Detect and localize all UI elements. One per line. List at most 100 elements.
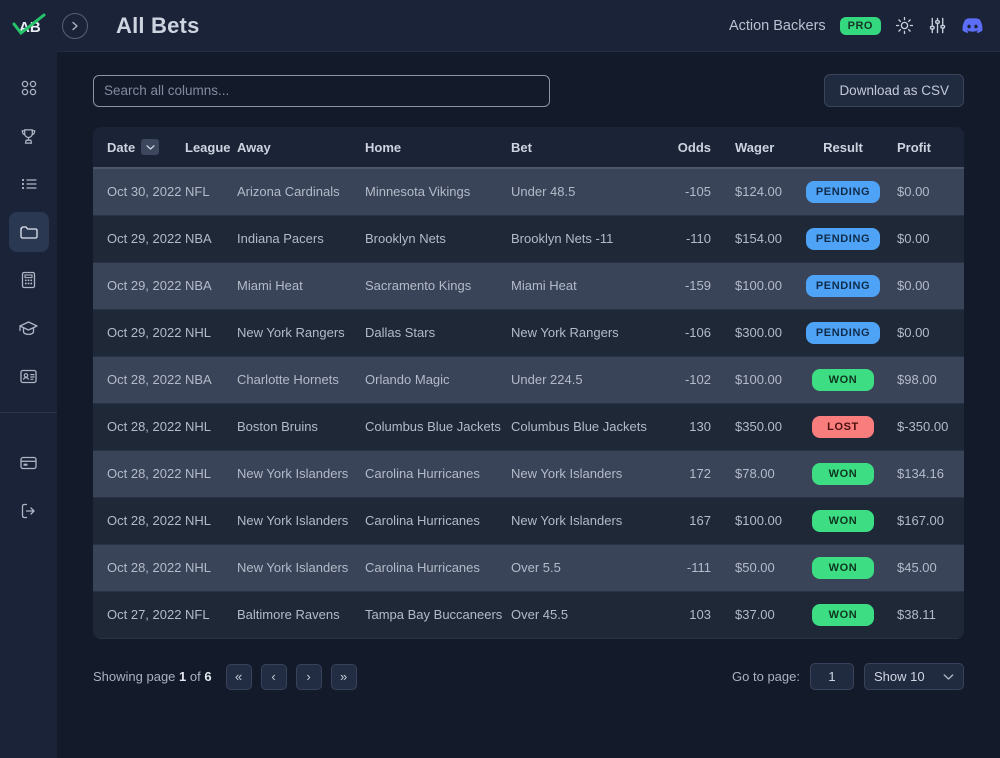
logo-icon: AB [12, 13, 45, 36]
cell-profit: $98.00 [891, 356, 964, 404]
logout-icon [21, 503, 35, 519]
first-page-button[interactable]: « [225, 663, 252, 690]
sidebar-item-list[interactable] [9, 164, 49, 204]
status-badge: PENDING [805, 274, 881, 297]
last-page-button[interactable]: » [330, 663, 357, 690]
column-header-wager[interactable]: Wager [721, 127, 795, 169]
cell-odds: 130 [663, 403, 721, 451]
cell-league: NBA [185, 356, 237, 404]
cell-result: LOST [795, 403, 891, 451]
table-row[interactable]: Oct 27, 2022 NFL Baltimore Ravens Tampa Bay… [93, 591, 964, 639]
cell-wager: $100.00 [721, 356, 795, 404]
prev-page-button[interactable]: ‹ [260, 663, 287, 690]
status-badge: WON [812, 603, 874, 626]
cell-league: NBA [185, 215, 237, 263]
column-header-odds[interactable]: Odds [663, 127, 721, 169]
column-header-away[interactable]: Away [237, 127, 365, 169]
status-badge: LOST [812, 415, 874, 438]
table-row[interactable]: Oct 30, 2022 NFL Arizona Cardinals Minnesot… [93, 168, 964, 216]
column-header-profit[interactable]: Profit [891, 127, 964, 169]
cell-odds: -159 [663, 262, 721, 310]
topbar: All Bets Action Backers PRO [57, 0, 1000, 52]
cell-away: Arizona Cardinals [237, 168, 365, 216]
cell-result: WON [795, 356, 891, 404]
table-toolbar: Download as CSV [93, 74, 964, 107]
cell-home: Brooklyn Nets [365, 215, 511, 263]
sidebar-item-dashboard[interactable] [9, 68, 49, 108]
table-row[interactable]: Oct 28, 2022 NHL Boston Bruins Columbus Blu… [93, 403, 964, 451]
page-size-label: Show 10 [874, 669, 925, 684]
cell-away: Charlotte Hornets [237, 356, 365, 404]
discord-icon [962, 17, 983, 33]
download-csv-button[interactable]: Download as CSV [824, 74, 964, 107]
column-header-date[interactable]: Date [93, 127, 185, 169]
column-header-home[interactable]: Home [365, 127, 511, 169]
table-row[interactable]: Oct 28, 2022 NHL New York Islanders Carolin… [93, 450, 964, 498]
sidebar-item-calculator[interactable] [9, 260, 49, 300]
cell-odds: 172 [663, 450, 721, 498]
goto-page-input[interactable] [810, 663, 854, 690]
cell-away: New York Rangers [237, 309, 365, 357]
page-size-select[interactable]: Show 10 [864, 663, 964, 690]
list-icon [21, 178, 37, 190]
sidebar-item-leaderboard[interactable] [9, 116, 49, 156]
table-row[interactable]: Oct 29, 2022 NBA Indiana Pacers Brooklyn Ne… [93, 215, 964, 263]
cell-profit: $134.16 [891, 450, 964, 498]
cell-bet: Columbus Blue Jackets [511, 403, 663, 451]
goto-page-label: Go to page: [732, 669, 800, 684]
sidebar-divider [0, 412, 57, 413]
cell-league: NHL [185, 450, 237, 498]
cell-profit: $45.00 [891, 544, 964, 592]
cell-result: PENDING [795, 215, 891, 263]
cell-date: Oct 29, 2022 [93, 262, 185, 310]
cell-odds: 167 [663, 497, 721, 545]
cell-wager: $154.00 [721, 215, 795, 263]
sidebar-item-education[interactable] [9, 308, 49, 348]
sort-date-button[interactable] [141, 139, 160, 155]
column-header-bet[interactable]: Bet [511, 127, 663, 169]
theme-toggle-button[interactable] [895, 16, 914, 35]
cell-odds: -110 [663, 215, 721, 263]
table-row[interactable]: Oct 29, 2022 NHL New York Rangers Dallas St… [93, 309, 964, 357]
cell-date: Oct 28, 2022 [93, 544, 185, 592]
table-footer: Showing page 1 of 6 « ‹ › » Go to page: … [93, 639, 964, 701]
cell-profit: $0.00 [891, 262, 964, 310]
cell-date: Oct 28, 2022 [93, 356, 185, 404]
table-row[interactable]: Oct 28, 2022 NHL New York Islanders Carolin… [93, 544, 964, 592]
cell-home: Carolina Hurricanes [365, 450, 511, 498]
cell-result: WON [795, 591, 891, 639]
cell-league: NHL [185, 309, 237, 357]
sidebar-item-billing[interactable] [9, 443, 49, 483]
cell-league: NHL [185, 544, 237, 592]
table-row[interactable]: Oct 29, 2022 NBA Miami Heat Sacramento King… [93, 262, 964, 310]
cell-bet: Under 224.5 [511, 356, 663, 404]
id-card-icon [20, 369, 37, 383]
sidebar-item-bets[interactable] [8, 212, 49, 252]
table-header-row: Date League Away Home Bet Odds Wager Res… [93, 127, 964, 169]
table-body: Oct 30, 2022 NFL Arizona Cardinals Minnesot… [93, 168, 964, 639]
sidebar-collapse-button[interactable] [62, 12, 88, 39]
search-input[interactable] [93, 74, 550, 107]
app-logo[interactable]: AB [0, 0, 57, 52]
cell-league: NHL [185, 497, 237, 545]
settings-button[interactable] [928, 16, 947, 35]
sidebar-item-logout[interactable] [9, 491, 49, 531]
cell-home: Tampa Bay Buccaneers [365, 591, 511, 639]
next-page-button[interactable]: › [295, 663, 322, 690]
pagination-controls: Showing page 1 of 6 « ‹ › » [93, 663, 357, 690]
cell-odds: -106 [663, 309, 721, 357]
chevron-down-icon [146, 144, 155, 150]
discord-link[interactable] [961, 17, 984, 35]
status-badge: WON [812, 462, 874, 485]
column-header-result[interactable]: Result [795, 127, 891, 169]
column-header-league[interactable]: League [185, 127, 237, 169]
table-row[interactable]: Oct 28, 2022 NBA Charlotte Hornets Orlando … [93, 356, 964, 404]
cell-profit: $0.00 [891, 309, 964, 357]
cell-wager: $100.00 [721, 262, 795, 310]
total-pages-value: 6 [204, 669, 212, 684]
sliders-icon [929, 17, 946, 34]
app-root: AB All Bets Action Backers PRO Search al… [0, 0, 1000, 758]
table-row[interactable]: Oct 28, 2022 NHL New York Islanders Carolin… [93, 497, 964, 545]
sidebar-item-account[interactable] [9, 356, 49, 396]
cell-bet: Under 48.5 [511, 168, 663, 216]
